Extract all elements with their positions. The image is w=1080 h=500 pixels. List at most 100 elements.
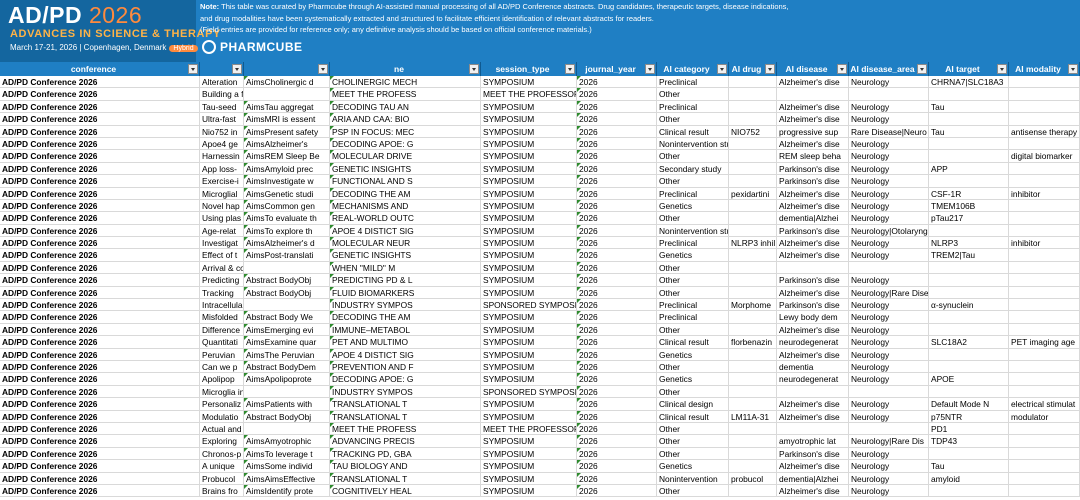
cell-ai-disease[interactable]: REM sleep beha [777, 150, 849, 163]
cell-ai-target[interactable] [929, 137, 1009, 151]
cell-session-type[interactable]: SYMPOSIUM [481, 398, 577, 411]
cell-abstract[interactable]: Abstract BodyObj [244, 410, 330, 423]
cell-conference[interactable]: AD/PD Conference 2026 [0, 472, 200, 485]
cell-ai-disease-area[interactable] [849, 88, 929, 101]
cell-ai-disease-area[interactable]: Neurology [849, 100, 929, 114]
cell-conference[interactable]: AD/PD Conference 2026 [0, 373, 200, 386]
cell-ai-category[interactable]: Nonintervention [657, 472, 729, 485]
cell-ai-disease[interactable]: Alzheimer's dise [777, 323, 849, 337]
cell-conference[interactable]: AD/PD Conference 2026 [0, 311, 200, 324]
cell-ai-target[interactable] [929, 323, 1009, 337]
cell-ai-disease[interactable]: Alzheimer's dise [777, 249, 849, 262]
cell-title[interactable]: Tau-seed [200, 100, 244, 114]
cell-journal-year[interactable]: 2026 [577, 274, 657, 287]
cell-abstract[interactable]: AimsInvestigate w [244, 175, 330, 188]
cell-ai-disease[interactable]: neurodegenerat [777, 336, 849, 349]
cell-conference[interactable]: AD/PD Conference 2026 [0, 150, 200, 163]
cell-ai-disease[interactable]: amyotrophic lat [777, 435, 849, 448]
cell-session[interactable]: PSP IN FOCUS: MEC [330, 125, 481, 138]
cell-conference[interactable]: AD/PD Conference 2026 [0, 360, 200, 374]
cell-session[interactable]: PREVENTION AND F [330, 360, 481, 374]
cell-ai-modality[interactable] [1009, 100, 1080, 114]
cell-session[interactable]: TAU BIOLOGY AND [330, 460, 481, 473]
cell-conference[interactable]: AD/PD Conference 2026 [0, 249, 200, 262]
cell-ai-drug[interactable]: LM11A-31 [729, 410, 777, 423]
cell-conference[interactable]: AD/PD Conference 2026 [0, 175, 200, 188]
cell-ai-drug[interactable] [729, 175, 777, 188]
cell-session[interactable]: MEET THE PROFESS [330, 422, 481, 436]
cell-session[interactable]: TRANSLATIONAL T [330, 410, 481, 423]
cell-ai-disease-area[interactable]: Neurology [849, 175, 929, 188]
column-header-ai-modality[interactable]: AI modality [1009, 62, 1080, 76]
cell-ai-modality[interactable] [1009, 175, 1080, 188]
cell-session[interactable]: DECODING APOE: G [330, 137, 481, 151]
cell-abstract[interactable]: AimsEmerging evi [244, 323, 330, 337]
cell-journal-year[interactable]: 2026 [577, 299, 657, 312]
cell-ai-disease[interactable]: Alzheimer's dise [777, 76, 849, 89]
cell-ai-disease-area[interactable] [849, 261, 929, 275]
cell-ai-drug[interactable] [729, 348, 777, 361]
cell-title[interactable]: Ultra-fast [200, 113, 244, 126]
cell-conference[interactable]: AD/PD Conference 2026 [0, 100, 200, 114]
cell-ai-target[interactable] [929, 113, 1009, 126]
cell-abstract[interactable]: AimsApolipoprote [244, 373, 330, 386]
cell-ai-disease[interactable]: progressive sup [777, 125, 849, 138]
cell-ai-modality[interactable] [1009, 422, 1080, 436]
cell-ai-disease[interactable]: dementia [777, 360, 849, 374]
cell-session[interactable]: FUNCTIONAL AND S [330, 175, 481, 188]
cell-session-type[interactable]: SYMPOSIUM [481, 76, 577, 89]
cell-ai-modality[interactable] [1009, 373, 1080, 386]
cell-session-type[interactable]: MEET THE PROFESSOR [481, 88, 577, 101]
cell-ai-disease-area[interactable]: Neurology [849, 373, 929, 386]
filter-dropdown-icon[interactable] [645, 64, 655, 74]
cell-abstract[interactable]: AimsAlzheimer's d [244, 237, 330, 250]
cell-ai-drug[interactable] [729, 274, 777, 287]
cell-session[interactable]: MOLECULAR DRIVE [330, 150, 481, 163]
column-header-ai-category[interactable]: AI category [657, 62, 729, 76]
cell-ai-drug[interactable]: NIO752 [729, 125, 777, 138]
cell-ai-disease-area[interactable]: Neurology [849, 237, 929, 250]
cell-ai-target[interactable]: p75NTR [929, 410, 1009, 423]
cell-ai-category[interactable]: Clinical result [657, 410, 729, 423]
cell-session-type[interactable]: SYMPOSIUM [481, 113, 577, 126]
cell-conference[interactable]: AD/PD Conference 2026 [0, 460, 200, 473]
cell-session[interactable]: TRANSLATIONAL T [330, 472, 481, 485]
cell-abstract[interactable]: AimsMRI is essent [244, 113, 330, 126]
cell-ai-target[interactable]: Default Mode N [929, 398, 1009, 411]
cell-session-type[interactable]: SYMPOSIUM [481, 460, 577, 473]
cell-conference[interactable]: AD/PD Conference 2026 [0, 422, 200, 436]
cell-journal-year[interactable]: 2026 [577, 286, 657, 300]
cell-ai-disease-area[interactable]: Neurology [849, 398, 929, 411]
cell-ai-disease[interactable]: Alzheimer's dise [777, 237, 849, 250]
cell-conference[interactable]: AD/PD Conference 2026 [0, 125, 200, 138]
cell-journal-year[interactable]: 2026 [577, 373, 657, 386]
cell-session[interactable]: REAL-WORLD OUTC [330, 212, 481, 225]
cell-session-type[interactable]: SPONSORED SYMPOSIUM [481, 385, 577, 399]
cell-ai-target[interactable] [929, 88, 1009, 101]
cell-session[interactable]: TRANSLATIONAL T [330, 398, 481, 411]
cell-ai-drug[interactable] [729, 385, 777, 399]
cell-title[interactable]: Harnessin [200, 150, 244, 163]
cell-ai-target[interactable] [929, 348, 1009, 361]
cell-session-type[interactable]: SYMPOSIUM [481, 162, 577, 176]
cell-journal-year[interactable]: 2026 [577, 249, 657, 262]
cell-conference[interactable]: AD/PD Conference 2026 [0, 212, 200, 225]
cell-title[interactable]: Investigat [200, 237, 244, 250]
cell-ai-modality[interactable] [1009, 249, 1080, 262]
cell-title[interactable]: Apoe4 ge [200, 137, 244, 151]
cell-ai-modality[interactable]: inhibitor [1009, 187, 1080, 200]
filter-dropdown-icon[interactable] [765, 64, 775, 74]
cell-session-type[interactable]: SYMPOSIUM [481, 373, 577, 386]
cell-session-type[interactable]: SYMPOSIUM [481, 274, 577, 287]
cell-journal-year[interactable]: 2026 [577, 137, 657, 151]
cell-title[interactable]: Effect of t [200, 249, 244, 262]
cell-session-type[interactable]: SYMPOSIUM [481, 125, 577, 138]
cell-journal-year[interactable]: 2026 [577, 261, 657, 275]
cell-title[interactable]: Exploring [200, 435, 244, 448]
cell-ai-disease-area[interactable]: Neurology [849, 274, 929, 287]
cell-session[interactable]: DECODING APOE: G [330, 373, 481, 386]
cell-ai-disease[interactable]: Parkinson's dise [777, 447, 849, 461]
cell-ai-disease-area[interactable]: Neurology|Otolaryngology [849, 224, 929, 238]
cell-ai-category[interactable]: Other [657, 385, 729, 399]
cell-ai-target[interactable]: TDP43 [929, 435, 1009, 448]
